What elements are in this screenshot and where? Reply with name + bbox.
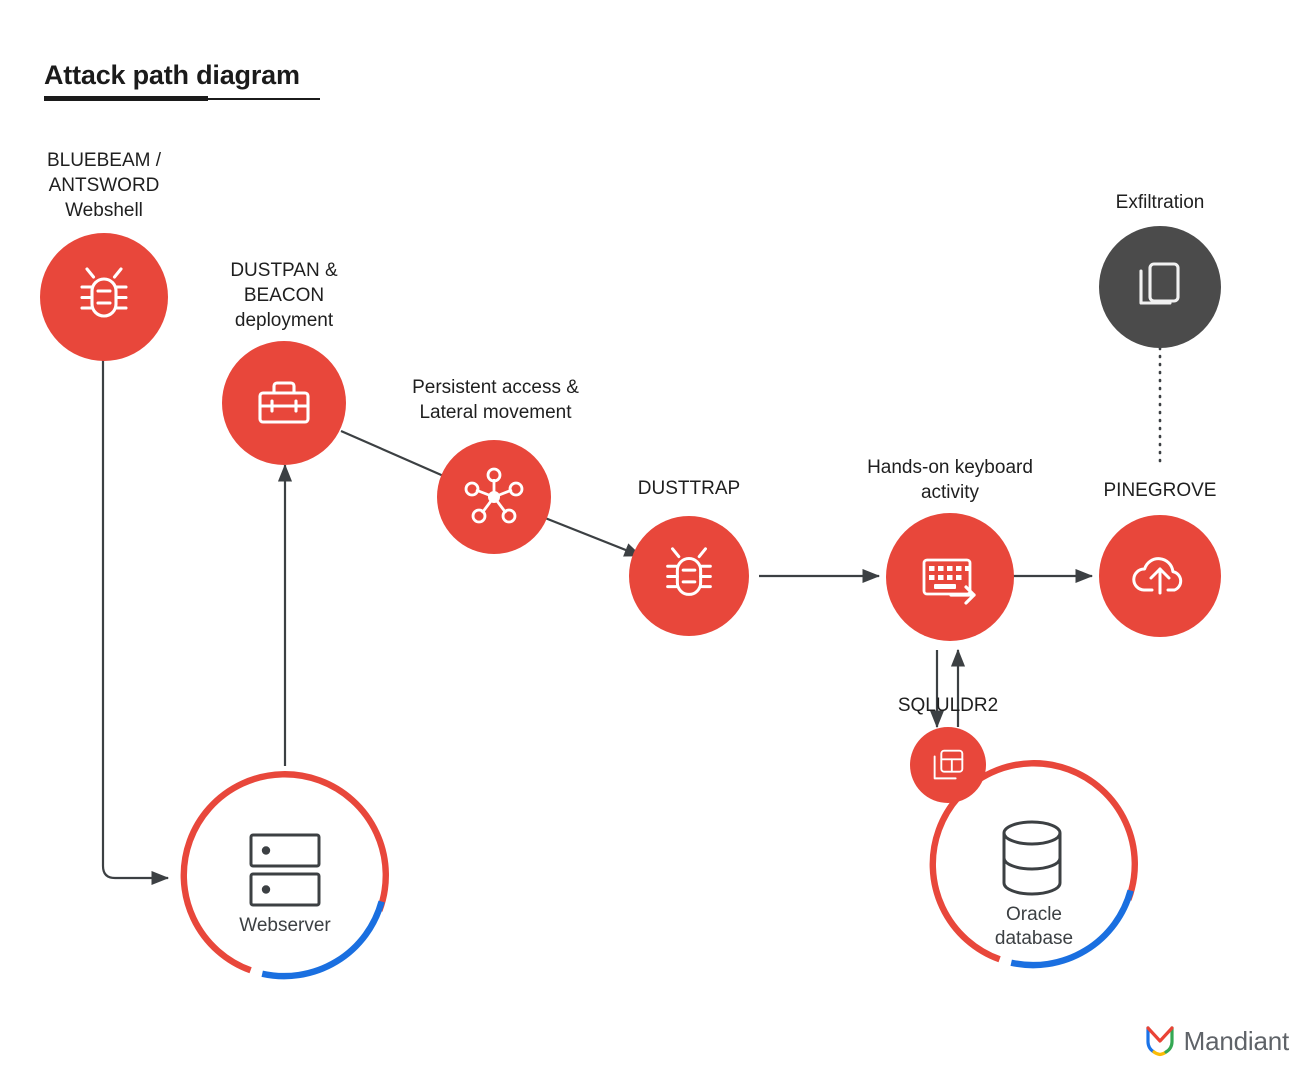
- node-webserver[interactable]: Webserver: [176, 766, 394, 984]
- cloud-upload-icon: [1132, 557, 1183, 595]
- connector-webshell-to-webserver: [101, 358, 170, 886]
- node-sqluldr2[interactable]: SQLULDR2: [898, 695, 998, 803]
- node-pinegrove-circle[interactable]: [1099, 515, 1221, 637]
- node-keyboard[interactable]: Hands-on keyboard activity: [867, 455, 1033, 650]
- bug-icon: [80, 267, 128, 318]
- title-underline-thin: [208, 98, 320, 100]
- node-dusttrap-label: DUSTTRAP: [637, 478, 741, 499]
- mandiant-wordmark: Mandiant: [1183, 1025, 1290, 1056]
- node-webshell-label: BLUEBEAM / ANTSWORD Webshell: [46, 150, 162, 221]
- title-underline-thick: [44, 96, 208, 101]
- node-pinegrove-label: PINEGROVE: [1103, 480, 1217, 501]
- title-underline: [44, 96, 320, 101]
- node-pinegrove[interactable]: PINEGROVE: [1099, 478, 1221, 678]
- node-dusttrap[interactable]: DUSTTRAP: [629, 476, 749, 676]
- server-rack-icon: [249, 833, 321, 907]
- node-exfiltration-label: Exfiltration: [1115, 192, 1205, 213]
- edge-label-lateral-movement: Persistent access & Lateral movement: [412, 377, 579, 423]
- copy-documents-icon: [1139, 262, 1180, 305]
- node-exfiltration-circle[interactable]: [1099, 226, 1221, 348]
- node-deployment-label: DUSTPAN & BEACON deployment: [230, 260, 338, 331]
- node-webserver-label: Webserver: [239, 915, 331, 936]
- keyboard-arrow-icon: [922, 558, 976, 605]
- toolbox-icon: [258, 381, 310, 424]
- network-nodes-icon: [464, 467, 524, 524]
- node-sqluldr2-label: SQLULDR2: [897, 695, 999, 716]
- node-lateral-circle[interactable]: [437, 440, 551, 554]
- node-keyboard-label: Hands-on keyboard activity: [867, 457, 1033, 503]
- node-webshell-circle[interactable]: [40, 233, 168, 361]
- node-webshell[interactable]: BLUEBEAM / ANTSWORD Webshell: [40, 148, 168, 361]
- mandiant-logo: Mandiant: [1145, 1024, 1289, 1058]
- node-lateral[interactable]: [437, 440, 551, 554]
- node-deployment-circle[interactable]: [222, 341, 346, 465]
- bug-icon: [666, 547, 712, 596]
- page-title: Attack path diagram: [44, 60, 300, 90]
- node-dusttrap-circle[interactable]: [629, 516, 749, 636]
- node-sqluldr2-circle[interactable]: [910, 727, 986, 803]
- mandiant-shield-icon: [1146, 1026, 1174, 1057]
- node-deployment[interactable]: DUSTPAN & BEACON deployment: [222, 258, 346, 465]
- node-oracle-label: Oracle database: [994, 904, 1074, 949]
- database-cylinder-icon: [1002, 820, 1062, 896]
- node-keyboard-circle[interactable]: [886, 513, 1014, 641]
- node-exfiltration[interactable]: Exfiltration: [1099, 190, 1221, 348]
- title-block: Attack path diagram: [44, 58, 320, 101]
- table-layout-icon: [933, 749, 964, 780]
